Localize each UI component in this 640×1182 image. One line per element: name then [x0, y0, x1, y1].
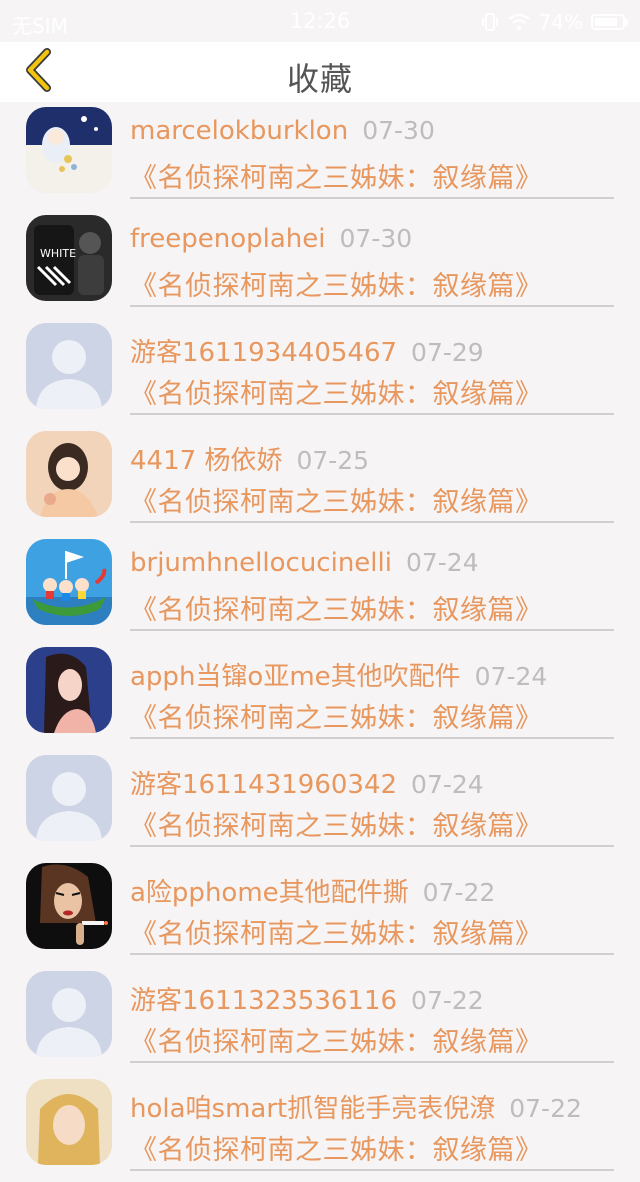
- avatar[interactable]: [26, 107, 112, 193]
- avatar[interactable]: [26, 971, 112, 1057]
- item-date: 07-24: [405, 548, 479, 577]
- item-meta: marcelokburklon 07-30: [130, 116, 614, 146]
- avatar[interactable]: [26, 323, 112, 409]
- book-title[interactable]: 《名侦探柯南之三姊妹：叙缘篇》: [130, 912, 543, 951]
- book-title[interactable]: 《名侦探柯南之三姊妹：叙缘篇》: [130, 480, 543, 519]
- item-meta: 4417 杨依娇 07-25: [130, 440, 614, 477]
- nav-bar: 收藏: [0, 42, 640, 102]
- book-title[interactable]: 《名侦探柯南之三姊妹：叙缘篇》: [130, 1020, 543, 1059]
- list-item[interactable]: WHITE freepenoplahei 07-30 《名侦探柯南之三姊妹：叙缘篇》: [0, 210, 640, 318]
- list-item[interactable]: 游客1611323536116 07-22 《名侦探柯南之三姊妹：叙缘篇》: [0, 966, 640, 1074]
- vibrate-icon: [481, 12, 499, 32]
- avatar[interactable]: [26, 1079, 112, 1165]
- list-item[interactable]: hola咱smart抓智能手亮表倪潦 07-22 《名侦探柯南之三姊妹：叙缘篇》: [0, 1074, 640, 1182]
- item-date: 07-24: [411, 770, 484, 799]
- item-date: 07-30: [362, 116, 435, 145]
- user-name[interactable]: 游客1611323536116: [130, 986, 397, 1016]
- user-name[interactable]: hola咱smart抓智能手亮表倪潦: [130, 1094, 495, 1124]
- list-item[interactable]: 4417 杨依娇 07-25 《名侦探柯南之三姊妹：叙缘篇》: [0, 426, 640, 534]
- item-date: 07-24: [474, 662, 548, 691]
- battery-percent: 74%: [538, 10, 583, 34]
- avatar[interactable]: WHITE: [26, 215, 112, 301]
- item-date: 07-22: [411, 986, 484, 1015]
- list-item[interactable]: 游客1611934405467 07-29 《名侦探柯南之三姊妹：叙缘篇》: [0, 318, 640, 426]
- item-date: 07-22: [422, 878, 496, 907]
- divider: [130, 413, 614, 415]
- divider: [130, 197, 614, 199]
- book-title[interactable]: 《名侦探柯南之三姊妹：叙缘篇》: [130, 264, 543, 303]
- svg-text:WHITE: WHITE: [40, 247, 76, 260]
- avatar[interactable]: [26, 647, 112, 733]
- divider: [130, 305, 614, 307]
- item-meta: a险pphome其他配件撕 07-22: [130, 872, 614, 909]
- divider: [130, 953, 614, 955]
- item-meta: freepenoplahei 07-30: [130, 224, 614, 254]
- divider: [130, 629, 614, 631]
- book-title[interactable]: 《名侦探柯南之三姊妹：叙缘篇》: [130, 696, 543, 735]
- item-date: 07-22: [509, 1094, 582, 1123]
- user-name[interactable]: marcelokburklon: [130, 116, 348, 146]
- divider: [130, 521, 614, 523]
- user-name[interactable]: apph当镩o亚me其他吹配件: [130, 662, 461, 692]
- book-title[interactable]: 《名侦探柯南之三姊妹：叙缘篇》: [130, 804, 543, 843]
- item-meta: 游客1611934405467 07-29: [130, 332, 614, 369]
- book-title[interactable]: 《名侦探柯南之三姊妹：叙缘篇》: [130, 588, 543, 627]
- item-date: 07-29: [411, 338, 484, 367]
- battery-icon: [591, 14, 628, 30]
- avatar[interactable]: [26, 863, 112, 949]
- list-item[interactable]: 游客1611431960342 07-24 《名侦探柯南之三姊妹：叙缘篇》: [0, 750, 640, 858]
- user-name[interactable]: freepenoplahei: [130, 224, 326, 254]
- user-name[interactable]: 4417 杨依娇: [130, 446, 282, 476]
- list-item[interactable]: marcelokburklon 07-30 《名侦探柯南之三姊妹：叙缘篇》: [0, 102, 640, 210]
- list-item[interactable]: brjumhnellocucinelli 07-24 《名侦探柯南之三姊妹：叙缘篇》: [0, 534, 640, 642]
- status-bar: 无SIM 12:26 74%: [0, 0, 640, 42]
- avatar[interactable]: [26, 431, 112, 517]
- avatar[interactable]: [26, 755, 112, 841]
- divider: [130, 737, 614, 739]
- item-meta: 游客1611431960342 07-24: [130, 764, 614, 801]
- user-name[interactable]: 游客1611431960342: [130, 770, 397, 800]
- user-name[interactable]: a险pphome其他配件撕: [130, 878, 409, 908]
- favorites-list: marcelokburklon 07-30 《名侦探柯南之三姊妹：叙缘篇》 WHITE…: [0, 102, 640, 1182]
- item-date: 07-25: [296, 446, 370, 475]
- book-title[interactable]: 《名侦探柯南之三姊妹：叙缘篇》: [130, 156, 543, 195]
- status-icons: 74%: [481, 10, 628, 34]
- list-item[interactable]: apph当镩o亚me其他吹配件 07-24 《名侦探柯南之三姊妹：叙缘篇》: [0, 642, 640, 750]
- list-item[interactable]: a险pphome其他配件撕 07-22 《名侦探柯南之三姊妹：叙缘篇》: [0, 858, 640, 966]
- avatar[interactable]: [26, 539, 112, 625]
- book-title[interactable]: 《名侦探柯南之三姊妹：叙缘篇》: [130, 372, 543, 411]
- item-meta: hola咱smart抓智能手亮表倪潦 07-22: [130, 1088, 614, 1125]
- item-meta: apph当镩o亚me其他吹配件 07-24: [130, 656, 614, 693]
- item-date: 07-30: [339, 224, 413, 253]
- user-name[interactable]: brjumhnellocucinelli: [130, 548, 392, 578]
- item-meta: brjumhnellocucinelli 07-24: [130, 548, 614, 578]
- divider: [130, 1061, 614, 1063]
- divider: [130, 1169, 614, 1171]
- book-title[interactable]: 《名侦探柯南之三姊妹：叙缘篇》: [130, 1128, 543, 1167]
- page-title: 收藏: [286, 60, 353, 98]
- user-name[interactable]: 游客1611934405467: [130, 338, 397, 368]
- wifi-icon: [507, 13, 531, 31]
- item-meta: 游客1611323536116 07-22: [130, 980, 614, 1017]
- divider: [130, 845, 614, 847]
